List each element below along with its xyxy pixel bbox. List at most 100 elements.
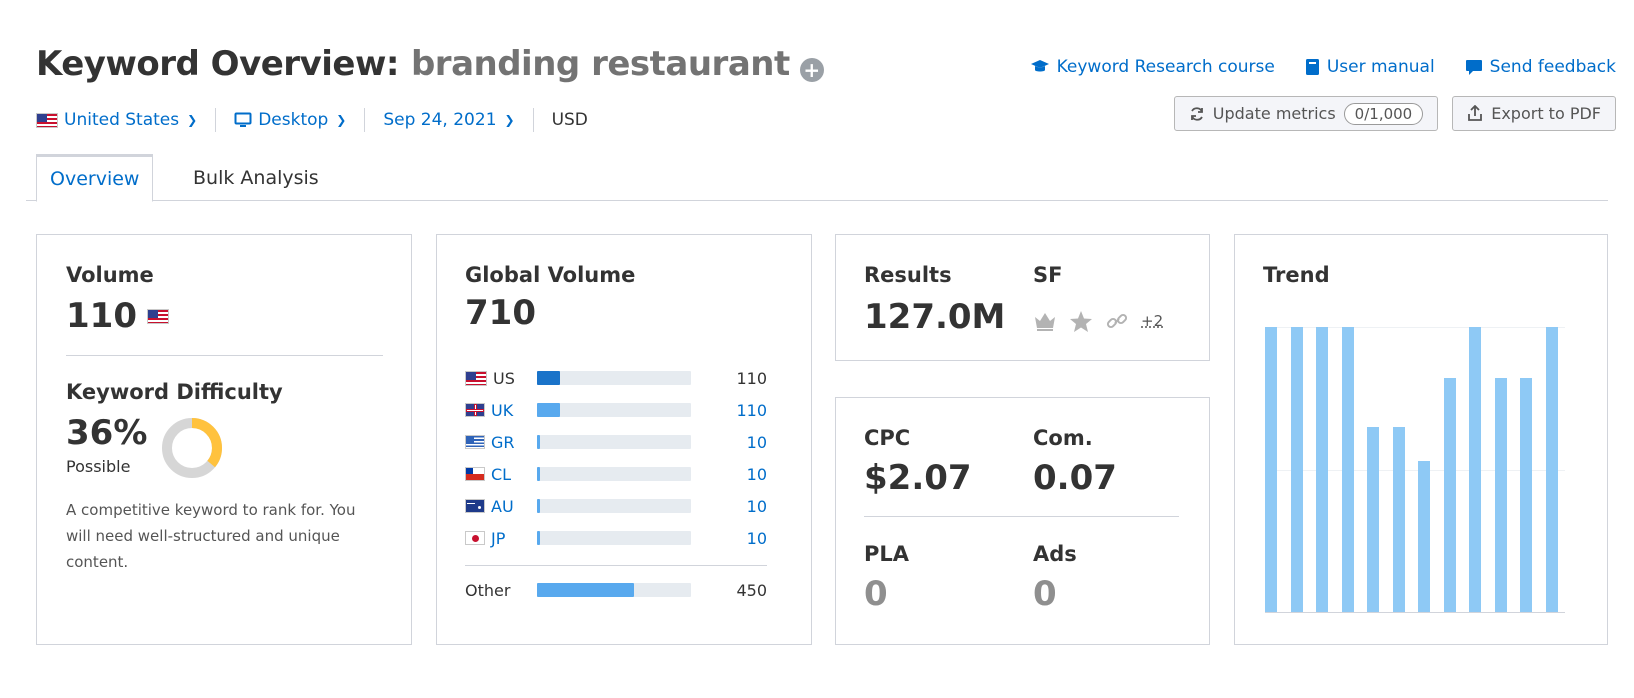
top-links: Keyword Research course User manual Send… [1030, 57, 1616, 77]
trend-bar[interactable] [1341, 327, 1354, 612]
export-pdf-label: Export to PDF [1491, 104, 1601, 123]
graduation-cap-icon [1030, 60, 1049, 72]
volume-bar-fill [537, 435, 541, 449]
chevron-down-icon: ❯ [187, 113, 198, 127]
country-volume: 110 [736, 368, 767, 388]
user-manual-link[interactable]: User manual [1305, 57, 1435, 77]
trend-gridline [1265, 327, 1565, 328]
trend-bar[interactable] [1316, 327, 1328, 612]
serp-features-more[interactable]: +2 [1141, 312, 1163, 330]
send-feedback-link[interactable]: Send feedback [1465, 57, 1616, 77]
keyword-difficulty-status: Possible [66, 457, 131, 476]
serp-features-icons: +2 [1033, 309, 1163, 333]
divider [364, 108, 366, 132]
page-title: Keyword Overview: [36, 44, 399, 84]
country-code: JP [491, 528, 506, 548]
country-code: UK [491, 400, 514, 420]
update-metrics-button[interactable]: Update metrics 0/1,000 [1173, 96, 1439, 131]
volume-bar-fill [537, 371, 561, 385]
volume-bar-fill [537, 467, 541, 481]
pla-label: PLA [864, 542, 910, 566]
serp-features-label: SF [1033, 263, 1063, 287]
trend-bar[interactable] [1520, 378, 1532, 612]
us-flag-icon [465, 370, 487, 386]
country-row-jp[interactable]: JP 10 [465, 526, 767, 550]
cpc-label: CPC [864, 426, 911, 450]
trend-bar[interactable] [1418, 461, 1430, 612]
country-row-au[interactable]: AU 10 [465, 494, 767, 518]
volume-bar [537, 435, 691, 449]
export-icon [1468, 105, 1483, 121]
chat-bubble-icon [1465, 59, 1482, 75]
gr-flag-icon [465, 435, 485, 449]
plus-circle-icon[interactable]: + [799, 58, 824, 82]
trend-bar[interactable] [1545, 327, 1558, 612]
action-buttons: Update metrics 0/1,000 Export to PDF [1173, 96, 1616, 131]
divider [465, 565, 767, 566]
tab-bulk-analysis[interactable]: Bulk Analysis [180, 154, 332, 201]
volume-bar [537, 583, 691, 597]
link-icon[interactable] [1105, 309, 1129, 333]
tab-overview[interactable]: Overview [36, 154, 154, 202]
country-row-cl[interactable]: CL 10 [465, 462, 767, 486]
us-flag-icon [146, 308, 169, 324]
trend-gridline [1265, 612, 1565, 613]
device-select[interactable]: Desktop ❯ [234, 110, 346, 130]
divider [864, 516, 1179, 517]
trend-bar[interactable] [1367, 427, 1379, 612]
trend-chart [1265, 327, 1571, 613]
page-header: Keyword Overview: branding restaurant + … [36, 44, 1616, 84]
date-select[interactable]: Sep 24, 2021 ❯ [383, 110, 514, 130]
keyword-research-course-link[interactable]: Keyword Research course [1030, 57, 1275, 77]
volume-bar-fill [537, 583, 635, 597]
global-volume-label: Global Volume [465, 263, 636, 287]
volume-bar [537, 531, 691, 545]
chevron-down-icon: ❯ [504, 113, 515, 127]
book-icon [1305, 59, 1319, 75]
trend-bar[interactable] [1265, 327, 1277, 612]
keyword-difficulty-description: A competitive keyword to rank for. You w… [66, 501, 356, 571]
trend-label: Trend [1263, 263, 1330, 287]
country-select[interactable]: United States ❯ [36, 110, 197, 130]
cpc-value: $2.07 [864, 458, 972, 498]
country-volume: 10 [746, 528, 767, 548]
trend-bar[interactable] [1290, 327, 1303, 612]
star-icon[interactable] [1069, 310, 1093, 333]
send-feedback-label: Send feedback [1489, 57, 1616, 77]
keyword-difficulty-label: Keyword Difficulty [66, 380, 283, 404]
country-row-uk[interactable]: UK 110 [465, 398, 767, 422]
country-volume: 10 [746, 464, 767, 484]
cl-flag-icon [465, 467, 485, 481]
results-value: 127.0M [864, 297, 1006, 337]
volume-bar-fill [537, 531, 541, 545]
tab-bar: Overview Bulk Analysis [26, 154, 1608, 202]
device-label: Desktop [258, 110, 329, 130]
keyword-research-course-label: Keyword Research course [1056, 57, 1275, 77]
volume-bar-fill [537, 403, 561, 417]
trend-bar[interactable] [1443, 378, 1456, 612]
volume-bar [537, 403, 691, 417]
keyword-title: branding restaurant [410, 44, 790, 84]
trend-bar[interactable] [1494, 378, 1507, 612]
us-flag-icon [36, 112, 58, 128]
export-pdf-button[interactable]: Export to PDF [1452, 96, 1616, 131]
country-row-gr[interactable]: GR 10 [465, 430, 767, 454]
filter-bar: United States ❯ Desktop ❯ Sep 24, 2021 ❯… [36, 108, 588, 132]
refresh-icon [1190, 106, 1203, 121]
volume-bar-fill [537, 499, 541, 513]
country-volume: 10 [746, 496, 767, 516]
country-row-us[interactable]: US 110 [465, 366, 767, 390]
other-label: Other [465, 580, 511, 600]
trend-bar[interactable] [1392, 427, 1405, 612]
update-metrics-count: 0/1,000 [1343, 102, 1424, 125]
volume-value: 110 [66, 296, 137, 336]
trend-bar[interactable] [1469, 327, 1481, 612]
au-flag-icon [465, 499, 485, 513]
crown-icon[interactable] [1033, 310, 1057, 332]
trend-card: Trend [1234, 234, 1608, 645]
results-label: Results [864, 263, 952, 287]
chevron-down-icon: ❯ [336, 113, 347, 127]
ads-label: Ads [1033, 542, 1077, 566]
competition-label: Com. [1033, 426, 1093, 450]
divider [66, 355, 383, 356]
